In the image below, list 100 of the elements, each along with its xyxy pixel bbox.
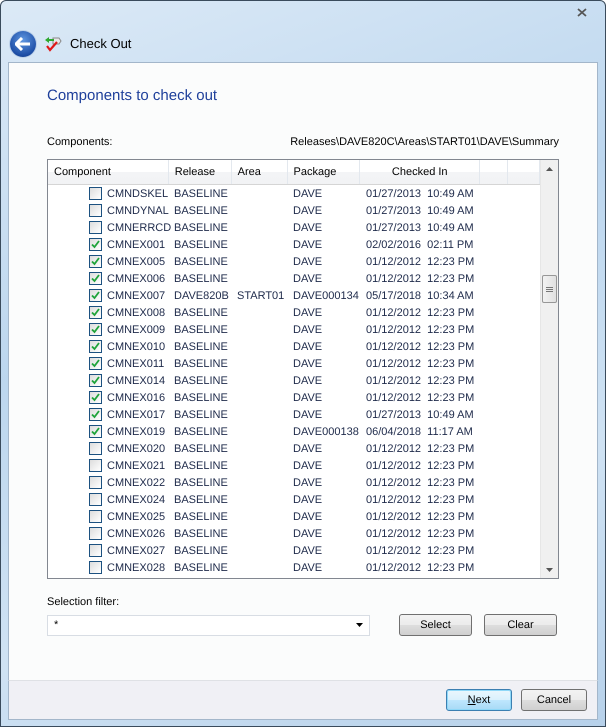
- checkbox[interactable]: [89, 340, 102, 353]
- checkbox[interactable]: [89, 493, 102, 506]
- table-cell: BASELINE: [174, 188, 228, 200]
- checkbox[interactable]: [89, 204, 102, 217]
- table-cell: BASELINE: [174, 562, 228, 574]
- checkbox[interactable]: [89, 289, 102, 302]
- grip-icon: [546, 286, 553, 292]
- next-button[interactable]: Next: [446, 689, 512, 711]
- table-cell: DAVE: [293, 188, 322, 200]
- scrollbar[interactable]: [540, 160, 558, 578]
- table-cell: DAVE: [293, 306, 322, 318]
- scroll-down-icon[interactable]: [546, 568, 553, 572]
- table-cell: 01/27/2013 10:49 AM: [366, 222, 474, 234]
- table-cell: BASELINE: [174, 374, 228, 386]
- table-cell: 01/12/2012 12:23 PM: [366, 392, 474, 404]
- filter-label: Selection filter:: [47, 596, 120, 608]
- checkbox[interactable]: [89, 272, 102, 285]
- table-cell: CMNEX005: [107, 256, 166, 268]
- table-cell: DAVE: [293, 324, 322, 336]
- table-cell: CMNEX021: [107, 460, 166, 472]
- table-cell: 01/12/2012 12:23 PM: [366, 528, 474, 540]
- table-cell: DAVE: [293, 476, 322, 488]
- clear-button[interactable]: Clear: [484, 614, 557, 636]
- table-cell: CMNEX007: [107, 290, 166, 302]
- table-cell: DAVE: [293, 272, 322, 284]
- checkbox[interactable]: [89, 561, 102, 574]
- table-cell: BASELINE: [174, 408, 228, 420]
- table-cell: CMNEX010: [107, 340, 166, 352]
- checkbox[interactable]: [89, 510, 102, 523]
- table-cell: CMNEX009: [107, 324, 166, 336]
- table-cell: BASELINE: [174, 340, 228, 352]
- close-icon: [577, 8, 587, 16]
- checkbox[interactable]: [89, 374, 102, 387]
- checkbox[interactable]: [89, 187, 102, 200]
- table-cell: CMNEX019: [107, 426, 166, 438]
- table-cell: 01/12/2012 12:23 PM: [366, 544, 474, 556]
- table-cell: 01/12/2012 12:23 PM: [366, 324, 474, 336]
- table-cell: DAVE: [293, 358, 322, 370]
- checkbox[interactable]: [89, 323, 102, 336]
- table-cell: DAVE: [293, 562, 322, 574]
- column-header[interactable]: Release: [168, 160, 232, 184]
- table-cell: BASELINE: [174, 324, 228, 336]
- page-heading: Components to check out: [47, 87, 218, 106]
- table-cell: BASELINE: [174, 358, 228, 370]
- checkbox[interactable]: [89, 408, 102, 421]
- table-cell: BASELINE: [174, 222, 228, 234]
- table-cell: DAVE: [293, 222, 322, 234]
- select-button[interactable]: Select: [399, 614, 472, 636]
- table-cell: BASELINE: [174, 442, 228, 454]
- checkbox[interactable]: [89, 306, 102, 319]
- window-title: Check Out: [70, 36, 132, 51]
- table-cell: 01/12/2012 12:23 PM: [366, 358, 474, 370]
- table-cell: CMNEX011: [107, 358, 164, 370]
- cancel-button[interactable]: Cancel: [521, 689, 587, 711]
- table-cell: 01/12/2012 12:23 PM: [366, 494, 474, 506]
- column-header[interactable]: Checked In: [360, 160, 480, 184]
- table-cell: BASELINE: [174, 476, 228, 488]
- table-cell: DAVE: [293, 460, 322, 472]
- table-cell: DAVE: [293, 408, 322, 420]
- checkbox[interactable]: [89, 527, 102, 540]
- table-cell: DAVE000138: [293, 426, 359, 438]
- checkbox[interactable]: [89, 459, 102, 472]
- table-cell: BASELINE: [174, 306, 228, 318]
- checkbox[interactable]: [89, 221, 102, 234]
- column-header[interactable]: Component: [48, 160, 169, 184]
- table-cell: CMNDYNAL: [107, 204, 169, 216]
- filter-dropdown[interactable]: *: [47, 614, 370, 636]
- checkbox[interactable]: [89, 357, 102, 370]
- checkbox[interactable]: [89, 442, 102, 455]
- table-cell: CMNEX008: [107, 306, 166, 318]
- table-cell: 01/12/2012 12:23 PM: [366, 340, 474, 352]
- table-cell: DAVE: [293, 442, 322, 454]
- checkbox[interactable]: [89, 255, 102, 268]
- table-cell: CMNERRCD: [107, 222, 172, 234]
- arrow-check-icon: [44, 36, 62, 52]
- table-cell: 01/27/2013 10:49 AM: [366, 204, 474, 216]
- scroll-up-icon[interactable]: [546, 166, 553, 170]
- table-cell: 01/27/2013 10:49 AM: [366, 408, 474, 420]
- column-header[interactable]: Area: [232, 160, 288, 184]
- table-cell: CMNDSKEL: [107, 188, 168, 200]
- table-cell: DAVE: [293, 510, 322, 522]
- checkbox[interactable]: [89, 425, 102, 438]
- table-cell: CMNEX014: [107, 374, 166, 386]
- checkbox[interactable]: [89, 238, 102, 251]
- table-cell: DAVE: [293, 238, 322, 250]
- table-cell: CMNEX001: [107, 238, 166, 250]
- checkbox[interactable]: [89, 391, 102, 404]
- checkbox[interactable]: [89, 476, 102, 489]
- table-cell: CMNEX024: [107, 494, 166, 506]
- caret-icon: [356, 623, 363, 627]
- components-table[interactable]: [47, 159, 559, 579]
- checkbox[interactable]: [89, 544, 102, 557]
- back-button[interactable]: [10, 30, 36, 56]
- table-cell: DAVE: [293, 392, 322, 404]
- table-cell: BASELINE: [174, 238, 228, 250]
- table-cell: CMNEX028: [107, 562, 166, 574]
- table-cell: BASELINE: [174, 426, 228, 438]
- column-header[interactable]: Package: [288, 160, 360, 184]
- table-cell: 05/17/2018 10:34 AM: [366, 290, 474, 302]
- table-cell: BASELINE: [174, 494, 228, 506]
